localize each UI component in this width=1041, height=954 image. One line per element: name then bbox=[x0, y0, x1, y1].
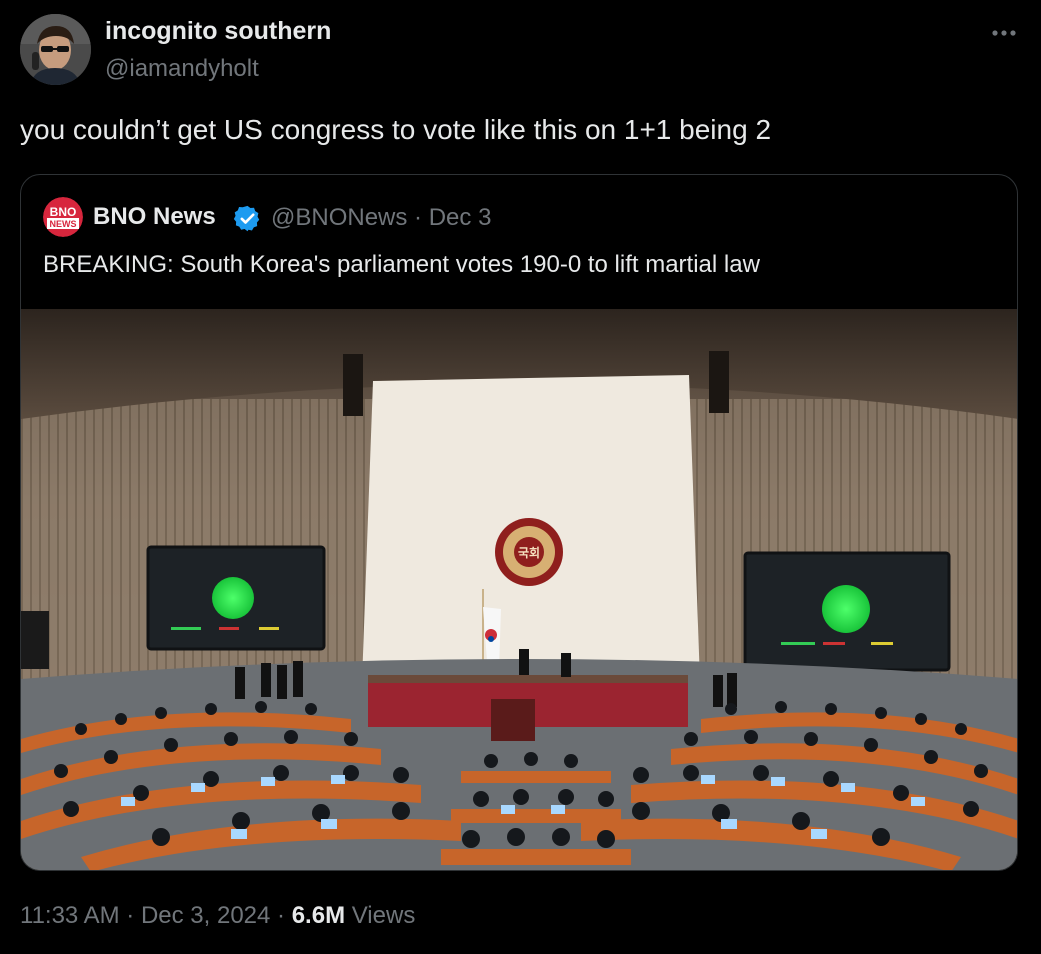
meta-separator: · bbox=[407, 204, 429, 231]
quoted-author-name[interactable]: BNO News bbox=[93, 203, 216, 231]
author-handle[interactable]: @iamandyholt bbox=[105, 55, 259, 83]
post-text: you couldn’t get US congress to vote lik… bbox=[20, 114, 772, 145]
quoted-post-text: BREAKING: South Korea's parliament votes… bbox=[43, 251, 760, 278]
views-label: Views bbox=[345, 902, 416, 929]
logo-text-bottom: NEWS bbox=[50, 219, 77, 229]
quoted-post[interactable]: BNO NEWS BNO News @BNONews · Dec 3 BREAK… bbox=[20, 174, 1018, 871]
author-name[interactable]: incognito southern bbox=[105, 17, 331, 46]
logo-text-top: BNO bbox=[50, 205, 77, 219]
parliament-photo[interactable]: 국회 bbox=[21, 309, 1017, 870]
bno-news-logo[interactable]: BNO NEWS bbox=[43, 197, 83, 237]
quoted-meta: @BNONews · Dec 3 bbox=[271, 204, 491, 232]
emblem-text: 국회 bbox=[518, 545, 540, 560]
more-options-icon[interactable] bbox=[989, 18, 1019, 48]
post-timestamp[interactable]: 11:33 AM · Dec 3, 2024 · bbox=[20, 902, 292, 929]
post-footer: 11:33 AM · Dec 3, 2024 · 6.6M Views bbox=[20, 902, 415, 930]
avatar-image bbox=[20, 14, 91, 85]
quoted-author-handle[interactable]: @BNONews bbox=[271, 204, 407, 231]
quoted-date[interactable]: Dec 3 bbox=[429, 204, 492, 231]
parliament-photo-illustration: 국회 bbox=[21, 309, 1017, 870]
avatar[interactable] bbox=[20, 14, 91, 85]
views-count: 6.6M bbox=[291, 902, 346, 929]
verified-badge-icon bbox=[233, 204, 262, 233]
